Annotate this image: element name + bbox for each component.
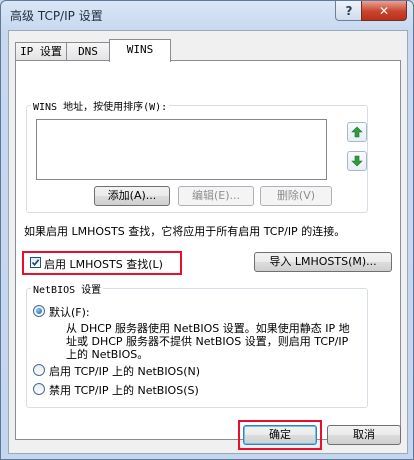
edit-wins-button[interactable]: 编辑(E)... — [178, 186, 254, 206]
enable-lmhosts-label[interactable]: 启用 LMHOSTS 查找(L) — [44, 256, 163, 272]
close-icon: ✕ — [378, 3, 390, 18]
window-title: 高级 TCP/IP 设置 — [10, 9, 103, 23]
lmhosts-description: 如果启用 LMHOSTS 查找，它将应用于所有启用 TCP/IP 的连接。 — [24, 225, 346, 238]
wins-address-list[interactable] — [36, 119, 327, 180]
netbios-disable-label[interactable]: 禁用 TCP/IP 上的 NetBIOS(S) — [49, 382, 199, 398]
delete-wins-button[interactable]: 删除(V) — [260, 186, 332, 206]
add-wins-button[interactable]: 添加(A)... — [94, 186, 170, 206]
tab-ip-settings[interactable]: IP 设置 — [15, 42, 67, 60]
cancel-button[interactable]: 取消 — [327, 425, 401, 445]
netbios-disable-radio[interactable] — [33, 383, 45, 395]
netbios-default-radio[interactable] — [33, 305, 45, 317]
wins-address-group-label: WINS 地址，按使用排序(W): — [31, 98, 170, 113]
enable-lmhosts-checkbox[interactable] — [30, 257, 41, 268]
dialog-client: IP 设置 DNS WINS WINS 地址，按使用排序(W): 添加(A)..… — [8, 30, 408, 454]
ok-button[interactable]: 确定 — [243, 425, 317, 445]
close-button[interactable]: ✕ — [361, 1, 407, 21]
arrow-up-icon — [351, 126, 363, 138]
title-bar[interactable]: 高级 TCP/IP 设置 ? ✕ — [1, 1, 413, 29]
move-down-button[interactable] — [347, 151, 367, 171]
dialog-window: 高级 TCP/IP 设置 ? ✕ IP 设置 DNS WINS WINS 地址，… — [0, 0, 414, 460]
netbios-enable-radio[interactable] — [33, 364, 45, 376]
tab-wins[interactable]: WINS — [109, 39, 171, 62]
checkmark-icon — [31, 259, 40, 267]
wins-tab-panel: WINS 地址，按使用排序(W): 添加(A)... 编辑(E)... 删除(V… — [15, 60, 401, 440]
netbios-default-description-line3: 上的 NetBIOS。 — [66, 348, 149, 361]
import-lmhosts-button[interactable]: 导入 LMHOSTS(M)... — [254, 252, 392, 272]
tab-dns[interactable]: DNS — [66, 42, 110, 60]
help-icon: ? — [345, 3, 353, 18]
arrow-down-icon — [351, 155, 363, 167]
move-up-button[interactable] — [347, 122, 367, 142]
netbios-enable-label[interactable]: 启用 TCP/IP 上的 NetBIOS(N) — [49, 363, 200, 379]
netbios-group-label: NetBIOS 设置 — [31, 281, 104, 296]
netbios-default-label[interactable]: 默认(F): — [49, 304, 90, 320]
help-button[interactable]: ? — [335, 1, 363, 21]
